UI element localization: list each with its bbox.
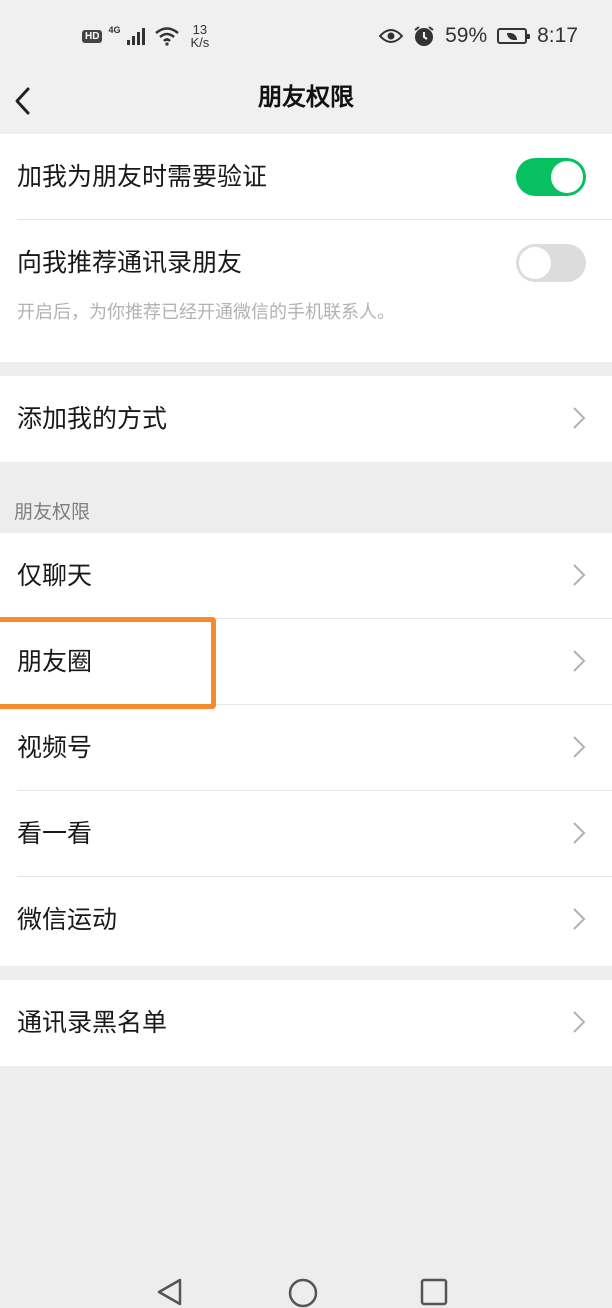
permission-item-label: 看一看 xyxy=(17,819,93,848)
verification-card: 加我为朋友时需要验证 向我推荐通讯录朋友 xyxy=(0,134,612,362)
permissions-card: 仅聊天 朋友圈 视频号 看一看 微信运动 xyxy=(0,533,612,966)
blacklist-row[interactable]: 通讯录黑名单 xyxy=(0,980,612,1066)
permission-item-werun[interactable]: 微信运动 xyxy=(0,877,612,963)
chevron-left-icon xyxy=(15,87,30,115)
eye-icon xyxy=(379,29,404,43)
chevron-right-icon xyxy=(573,908,586,930)
permission-item-moments[interactable]: 朋友圈 xyxy=(0,619,612,705)
permission-item-chat-only[interactable]: 仅聊天 xyxy=(0,533,612,619)
add-method-card: 添加我的方式 xyxy=(0,376,612,462)
chevron-right-icon xyxy=(573,650,586,672)
verify-row: 加我为朋友时需要验证 xyxy=(0,134,612,220)
permission-item-label: 仅聊天 xyxy=(17,561,93,590)
alarm-icon xyxy=(414,26,434,46)
wifi-icon xyxy=(155,27,180,46)
navigation-bar: 朋友权限 xyxy=(0,72,612,134)
blacklist-card: 通讯录黑名单 xyxy=(0,980,612,1066)
toggle-knob xyxy=(519,247,551,279)
chevron-right-icon xyxy=(573,407,586,429)
recommend-toggle[interactable] xyxy=(516,244,586,282)
page-title: 朋友权限 xyxy=(258,83,354,111)
network-speed-unit: K/s xyxy=(190,35,210,50)
network-type-label: 4G xyxy=(108,25,121,35)
verify-toggle[interactable] xyxy=(516,158,586,196)
battery-icon xyxy=(497,28,531,44)
recommend-label: 向我推荐通讯录朋友 xyxy=(17,248,243,277)
cell-signal-icon xyxy=(127,28,146,45)
chevron-right-icon xyxy=(573,736,586,758)
permission-item-top-stories[interactable]: 看一看 xyxy=(0,791,612,877)
recommend-hint: 开启后，为你推荐已经开通微信的手机联系人。 xyxy=(17,302,395,323)
status-bar-right: 59% 8:17 xyxy=(379,24,578,48)
chevron-right-icon xyxy=(573,822,586,844)
section-header-permissions: 朋友权限 xyxy=(14,501,91,523)
add-method-label: 添加我的方式 xyxy=(17,404,168,433)
status-bar: HD 4G 13 K/s 59% 8:17 xyxy=(0,0,612,72)
verify-label: 加我为朋友时需要验证 xyxy=(17,162,268,191)
add-method-row[interactable]: 添加我的方式 xyxy=(0,376,612,462)
recommend-row: 向我推荐通讯录朋友 xyxy=(0,220,612,306)
back-button[interactable] xyxy=(10,80,54,124)
permission-item-channels[interactable]: 视频号 xyxy=(0,705,612,791)
battery-percent: 59% xyxy=(445,24,488,47)
home-circle-icon[interactable] xyxy=(288,1278,318,1308)
system-navigation-bar xyxy=(0,1264,612,1308)
permission-item-label: 朋友圈 xyxy=(17,647,93,676)
network-speed: 13 K/s xyxy=(190,23,209,49)
status-bar-left: HD 4G 13 K/s xyxy=(82,23,209,49)
chevron-right-icon xyxy=(573,564,586,586)
clock-time: 8:17 xyxy=(537,24,578,47)
leaf-icon xyxy=(507,32,518,40)
chevron-right-icon xyxy=(573,1011,586,1033)
permission-item-label: 视频号 xyxy=(17,733,93,762)
hd-badge: HD xyxy=(82,29,103,43)
permission-item-label: 微信运动 xyxy=(17,905,118,934)
blacklist-label: 通讯录黑名单 xyxy=(17,1008,168,1037)
toggle-knob xyxy=(551,161,583,193)
